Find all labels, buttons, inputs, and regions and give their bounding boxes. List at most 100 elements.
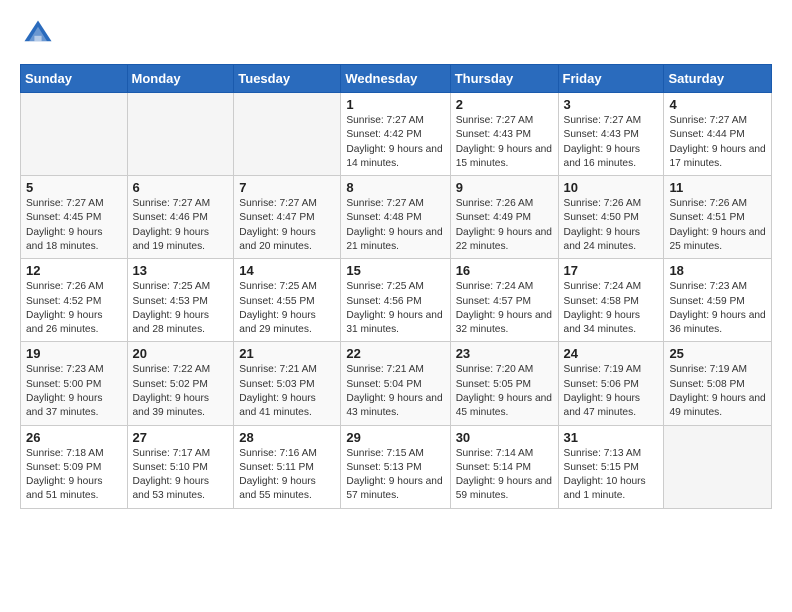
calendar-cell: 17 Sunrise: 7:24 AMSunset: 4:58 PMDayligh… — [558, 259, 664, 342]
calendar-cell: 30Sunrise: 7:14 AMSunset: 5:14 PMDayligh… — [450, 425, 558, 508]
day-info: Sunrise: 7:27 AMSunset: 4:42 PMDaylight:… — [346, 114, 444, 171]
day-info: Sunrise: 7:27 AMSunset: 4:43 PMDaylight:… — [456, 114, 553, 171]
day-info: Sunrise: 7:21 AMSunset: 5:04 PMDaylight:… — [346, 363, 444, 420]
day-info: Sunrise: 7:27 AMSunset: 4:43 PMDaylight:… — [564, 114, 659, 171]
day-number: 7 — [239, 180, 335, 195]
day-info: Sunrise: 7:27 AMSunset: 4:48 PMDaylight:… — [346, 197, 444, 254]
logo-icon — [20, 16, 56, 52]
calendar-cell: 5 Sunrise: 7:27 AMSunset: 4:45 PMDaylight… — [21, 176, 128, 259]
day-number: 4 — [669, 97, 766, 112]
day-number: 11 — [669, 180, 766, 195]
day-number: 15 — [346, 263, 444, 278]
day-info: Sunrise: 7:27 AMSunset: 4:45 PMDaylight:… — [26, 197, 122, 254]
calendar-cell: 10 Sunrise: 7:26 AMSunset: 4:50 PMDayligh… — [558, 176, 664, 259]
calendar-cell: 25Sunrise: 7:19 AMSunset: 5:08 PMDayligh… — [664, 342, 772, 425]
day-number: 6 — [133, 180, 229, 195]
day-number: 5 — [26, 180, 122, 195]
calendar-cell: 14 Sunrise: 7:25 AMSunset: 4:55 PMDayligh… — [234, 259, 341, 342]
calendar-cell: 29 Sunrise: 7:15 AMSunset: 5:13 PMDayligh… — [341, 425, 450, 508]
weekday-header-wednesday: Wednesday — [341, 65, 450, 93]
day-info: Sunrise: 7:24 AMSunset: 4:58 PMDaylight:… — [564, 280, 659, 337]
week-row-1: 1 Sunrise: 7:27 AMSunset: 4:42 PMDaylight… — [21, 93, 772, 176]
calendar-cell: 8 Sunrise: 7:27 AMSunset: 4:48 PMDaylight… — [341, 176, 450, 259]
day-number: 17 — [564, 263, 659, 278]
weekday-header-friday: Friday — [558, 65, 664, 93]
day-number: 31 — [564, 430, 659, 445]
calendar-cell: 28 Sunrise: 7:16 AMSunset: 5:11 PMDayligh… — [234, 425, 341, 508]
day-info: Sunrise: 7:27 AMSunset: 4:46 PMDaylight:… — [133, 197, 229, 254]
day-number: 10 — [564, 180, 659, 195]
day-info: Sunrise: 7:25 AMSunset: 4:55 PMDaylight:… — [239, 280, 335, 337]
calendar-cell: 21Sunrise: 7:21 AMSunset: 5:03 PMDayligh… — [234, 342, 341, 425]
day-info: Sunrise: 7:19 AMSunset: 5:08 PMDaylight:… — [669, 363, 766, 420]
header — [20, 16, 772, 52]
day-info: Sunrise: 7:24 AMSunset: 4:57 PMDaylight:… — [456, 280, 553, 337]
day-info: Sunrise: 7:13 AMSunset: 5:15 PMDaylight:… — [564, 447, 659, 504]
calendar-cell: 2Sunrise: 7:27 AMSunset: 4:43 PMDaylight… — [450, 93, 558, 176]
weekday-header-monday: Monday — [127, 65, 234, 93]
page: SundayMondayTuesdayWednesdayThursdayFrid… — [0, 0, 792, 525]
day-number: 3 — [564, 97, 659, 112]
calendar-cell: 16 Sunrise: 7:24 AMSunset: 4:57 PMDayligh… — [450, 259, 558, 342]
calendar-cell: 23 Sunrise: 7:20 AMSunset: 5:05 PMDayligh… — [450, 342, 558, 425]
calendar-cell: 24 Sunrise: 7:19 AMSunset: 5:06 PMDayligh… — [558, 342, 664, 425]
day-info: Sunrise: 7:17 AMSunset: 5:10 PMDaylight:… — [133, 447, 229, 504]
calendar-cell: 19 Sunrise: 7:23 AMSunset: 5:00 PMDayligh… — [21, 342, 128, 425]
day-number: 28 — [239, 430, 335, 445]
week-row-4: 19 Sunrise: 7:23 AMSunset: 5:00 PMDayligh… — [21, 342, 772, 425]
day-info: Sunrise: 7:16 AMSunset: 5:11 PMDaylight:… — [239, 447, 335, 504]
day-number: 24 — [564, 346, 659, 361]
day-info: Sunrise: 7:25 AMSunset: 4:53 PMDaylight:… — [133, 280, 229, 337]
day-number: 16 — [456, 263, 553, 278]
day-number: 14 — [239, 263, 335, 278]
weekday-header-thursday: Thursday — [450, 65, 558, 93]
day-number: 8 — [346, 180, 444, 195]
calendar-cell — [664, 425, 772, 508]
calendar-cell: 27Sunrise: 7:17 AMSunset: 5:10 PMDayligh… — [127, 425, 234, 508]
day-info: Sunrise: 7:21 AMSunset: 5:03 PMDaylight:… — [239, 363, 335, 420]
day-number: 13 — [133, 263, 229, 278]
week-row-3: 12 Sunrise: 7:26 AMSunset: 4:52 PMDayligh… — [21, 259, 772, 342]
day-number: 1 — [346, 97, 444, 112]
logo — [20, 16, 60, 52]
calendar-cell: 12 Sunrise: 7:26 AMSunset: 4:52 PMDayligh… — [21, 259, 128, 342]
day-info: Sunrise: 7:26 AMSunset: 4:51 PMDaylight:… — [669, 197, 766, 254]
day-info: Sunrise: 7:26 AMSunset: 4:50 PMDaylight:… — [564, 197, 659, 254]
day-number: 29 — [346, 430, 444, 445]
day-number: 20 — [133, 346, 229, 361]
day-info: Sunrise: 7:23 AMSunset: 4:59 PMDaylight:… — [669, 280, 766, 337]
calendar-cell: 6 Sunrise: 7:27 AMSunset: 4:46 PMDaylight… — [127, 176, 234, 259]
day-info: Sunrise: 7:26 AMSunset: 4:49 PMDaylight:… — [456, 197, 553, 254]
calendar-cell: 15 Sunrise: 7:25 AMSunset: 4:56 PMDayligh… — [341, 259, 450, 342]
calendar-cell — [234, 93, 341, 176]
calendar-cell — [127, 93, 234, 176]
calendar-cell: 13 Sunrise: 7:25 AMSunset: 4:53 PMDayligh… — [127, 259, 234, 342]
day-number: 19 — [26, 346, 122, 361]
week-row-5: 26 Sunrise: 7:18 AMSunset: 5:09 PMDayligh… — [21, 425, 772, 508]
day-info: Sunrise: 7:18 AMSunset: 5:09 PMDaylight:… — [26, 447, 122, 504]
calendar-cell: 31 Sunrise: 7:13 AMSunset: 5:15 PMDayligh… — [558, 425, 664, 508]
calendar-cell: 1 Sunrise: 7:27 AMSunset: 4:42 PMDaylight… — [341, 93, 450, 176]
day-info: Sunrise: 7:19 AMSunset: 5:06 PMDaylight:… — [564, 363, 659, 420]
calendar-cell — [21, 93, 128, 176]
day-number: 22 — [346, 346, 444, 361]
day-number: 30 — [456, 430, 553, 445]
calendar-cell: 26 Sunrise: 7:18 AMSunset: 5:09 PMDayligh… — [21, 425, 128, 508]
calendar-cell: 20 Sunrise: 7:22 AMSunset: 5:02 PMDayligh… — [127, 342, 234, 425]
day-info: Sunrise: 7:22 AMSunset: 5:02 PMDaylight:… — [133, 363, 229, 420]
day-info: Sunrise: 7:23 AMSunset: 5:00 PMDaylight:… — [26, 363, 122, 420]
day-info: Sunrise: 7:26 AMSunset: 4:52 PMDaylight:… — [26, 280, 122, 337]
calendar-cell: 4 Sunrise: 7:27 AMSunset: 4:44 PMDaylight… — [664, 93, 772, 176]
day-info: Sunrise: 7:15 AMSunset: 5:13 PMDaylight:… — [346, 447, 444, 504]
weekday-header-row: SundayMondayTuesdayWednesdayThursdayFrid… — [21, 65, 772, 93]
day-number: 12 — [26, 263, 122, 278]
day-number: 23 — [456, 346, 553, 361]
day-info: Sunrise: 7:27 AMSunset: 4:47 PMDaylight:… — [239, 197, 335, 254]
day-info: Sunrise: 7:25 AMSunset: 4:56 PMDaylight:… — [346, 280, 444, 337]
day-info: Sunrise: 7:27 AMSunset: 4:44 PMDaylight:… — [669, 114, 766, 171]
week-row-2: 5 Sunrise: 7:27 AMSunset: 4:45 PMDaylight… — [21, 176, 772, 259]
day-number: 26 — [26, 430, 122, 445]
day-info: Sunrise: 7:20 AMSunset: 5:05 PMDaylight:… — [456, 363, 553, 420]
calendar-cell: 22 Sunrise: 7:21 AMSunset: 5:04 PMDayligh… — [341, 342, 450, 425]
calendar-cell: 11 Sunrise: 7:26 AMSunset: 4:51 PMDayligh… — [664, 176, 772, 259]
